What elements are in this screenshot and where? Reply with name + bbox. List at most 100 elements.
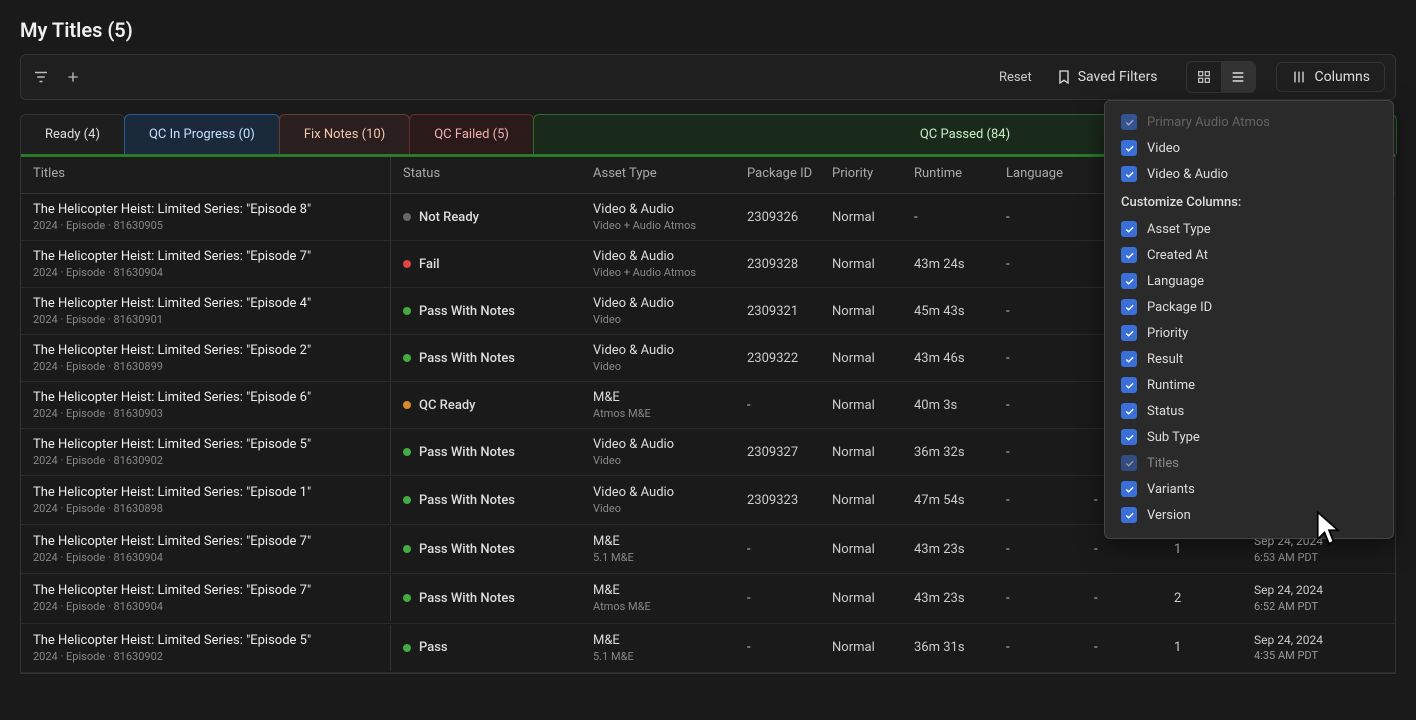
columns-button[interactable]: Columns bbox=[1276, 62, 1385, 92]
columns-panel-item-label: Result bbox=[1147, 352, 1183, 367]
package-id: 2309322 bbox=[741, 343, 826, 374]
columns-panel-item[interactable]: Priority bbox=[1105, 320, 1393, 346]
package-id: - bbox=[741, 534, 826, 565]
priority: Normal bbox=[826, 249, 908, 280]
asset-subtype: 5.1 M&E bbox=[593, 650, 729, 663]
package-id: 2309326 bbox=[741, 202, 826, 233]
columns-panel-item[interactable]: Primary Audio Atmos bbox=[1105, 109, 1393, 135]
status-dot-icon bbox=[403, 307, 411, 315]
columns-panel-item[interactable]: Video & Audio bbox=[1105, 161, 1393, 187]
col-header-package-id[interactable]: Package ID bbox=[741, 154, 826, 193]
status-dot-icon bbox=[403, 213, 411, 221]
filter-icon[interactable] bbox=[31, 67, 51, 87]
col-header-asset-type[interactable]: Asset Type bbox=[581, 154, 741, 193]
checkbox-checked-icon bbox=[1121, 429, 1137, 445]
page-header: My Titles (5) bbox=[0, 0, 1416, 54]
col-header-titles[interactable]: Titles bbox=[21, 154, 391, 193]
runtime: 47m 54s bbox=[908, 485, 1000, 516]
package-id: - bbox=[741, 632, 826, 663]
runtime: 43m 46s bbox=[908, 343, 1000, 374]
checkbox-checked-icon bbox=[1121, 507, 1137, 523]
list-view-button[interactable] bbox=[1221, 62, 1255, 92]
columns-panel-item-label: Status bbox=[1147, 404, 1184, 419]
priority: Normal bbox=[826, 632, 908, 663]
language: - bbox=[1000, 296, 1088, 327]
columns-panel-item[interactable]: Status bbox=[1105, 398, 1393, 424]
status-dot-icon bbox=[403, 260, 411, 268]
asset-subtype: Video bbox=[593, 502, 729, 515]
runtime: 43m 24s bbox=[908, 249, 1000, 280]
columns-panel-item[interactable]: Package ID bbox=[1105, 294, 1393, 320]
row-subtitle: 2024 · Episode · 81630901 bbox=[33, 313, 378, 326]
columns-panel-item-label: Titles bbox=[1147, 456, 1179, 471]
columns-panel-item-label: Priority bbox=[1147, 326, 1188, 341]
tab-qc-failed[interactable]: QC Failed (5) bbox=[409, 114, 534, 154]
runtime: 45m 43s bbox=[908, 296, 1000, 327]
saved-filters-label: Saved Filters bbox=[1078, 69, 1158, 85]
runtime: 43m 23s bbox=[908, 583, 1000, 614]
row-subtitle: 2024 · Episode · 81630904 bbox=[33, 551, 378, 564]
asset-type: Video & Audio bbox=[593, 343, 729, 358]
columns-panel-item-label: Runtime bbox=[1147, 378, 1195, 393]
language: - bbox=[1000, 202, 1088, 233]
columns-panel-item[interactable]: Version bbox=[1105, 502, 1393, 528]
checkbox-checked-icon bbox=[1121, 403, 1137, 419]
col-header-status[interactable]: Status bbox=[391, 154, 581, 193]
columns-panel-item[interactable]: Created At bbox=[1105, 242, 1393, 268]
tab-ready[interactable]: Ready (4) bbox=[20, 114, 125, 154]
columns-panel-item[interactable]: Sub Type bbox=[1105, 424, 1393, 450]
asset-type: Video & Audio bbox=[593, 296, 729, 311]
language: - bbox=[1000, 390, 1088, 421]
grid-view-button[interactable] bbox=[1187, 62, 1221, 92]
columns-panel-item[interactable]: Video bbox=[1105, 135, 1393, 161]
row-subtitle: 2024 · Episode · 81630905 bbox=[33, 219, 378, 232]
add-filter-icon[interactable] bbox=[63, 67, 83, 87]
columns-label: Columns bbox=[1315, 69, 1370, 85]
col-header-priority[interactable]: Priority bbox=[826, 154, 908, 193]
checkbox-checked-icon bbox=[1121, 377, 1137, 393]
package-id: 2309327 bbox=[741, 437, 826, 468]
status-label: Fail bbox=[419, 257, 440, 272]
columns-panel-item: Titles bbox=[1105, 450, 1393, 476]
tab-fix-notes[interactable]: Fix Notes (10) bbox=[279, 114, 410, 154]
runtime: 36m 31s bbox=[908, 632, 1000, 663]
package-id: 2309328 bbox=[741, 249, 826, 280]
date-col: Sep 24, 20244:35 AM PDT bbox=[1248, 624, 1368, 672]
asset-type: Video & Audio bbox=[593, 249, 729, 264]
columns-panel-item[interactable]: Variants bbox=[1105, 476, 1393, 502]
row-title: The Helicopter Heist: Limited Series: "E… bbox=[33, 534, 378, 549]
columns-panel-item[interactable]: Runtime bbox=[1105, 372, 1393, 398]
table-row[interactable]: The Helicopter Heist: Limited Series: "E… bbox=[21, 624, 1395, 673]
status-label: Pass With Notes bbox=[419, 304, 515, 319]
extra-col: - bbox=[1088, 632, 1168, 663]
status-label: Pass With Notes bbox=[419, 351, 515, 366]
extra-col: 2 bbox=[1168, 583, 1248, 614]
asset-type: M&E bbox=[593, 390, 729, 405]
saved-filters-button[interactable]: Saved Filters bbox=[1048, 65, 1166, 89]
reset-button[interactable]: Reset bbox=[999, 70, 1032, 85]
table-row[interactable]: The Helicopter Heist: Limited Series: "E… bbox=[21, 574, 1395, 623]
col-header-runtime[interactable]: Runtime bbox=[908, 154, 1000, 193]
status-label: Not Ready bbox=[419, 210, 479, 225]
language: - bbox=[1000, 437, 1088, 468]
row-subtitle: 2024 · Episode · 81630903 bbox=[33, 407, 378, 420]
priority: Normal bbox=[826, 437, 908, 468]
columns-panel-item[interactable]: Asset Type bbox=[1105, 216, 1393, 242]
language: - bbox=[1000, 343, 1088, 374]
asset-subtype: Video bbox=[593, 313, 729, 326]
checkbox-checked-icon bbox=[1121, 221, 1137, 237]
columns-panel-item[interactable]: Result bbox=[1105, 346, 1393, 372]
tab-qc-in-progress[interactable]: QC In Progress (0) bbox=[124, 114, 280, 154]
row-title: The Helicopter Heist: Limited Series: "E… bbox=[33, 485, 378, 500]
status-label: QC Ready bbox=[419, 398, 476, 413]
checkbox-checked-icon bbox=[1121, 325, 1137, 341]
checkbox-checked-icon bbox=[1121, 455, 1137, 471]
checkbox-checked-icon bbox=[1121, 247, 1137, 263]
col-header-language[interactable]: Language bbox=[1000, 154, 1088, 193]
asset-type: Video & Audio bbox=[593, 202, 729, 217]
checkbox-checked-icon bbox=[1121, 273, 1137, 289]
columns-panel-item[interactable]: Language bbox=[1105, 268, 1393, 294]
priority: Normal bbox=[826, 534, 908, 565]
asset-type: Video & Audio bbox=[593, 437, 729, 452]
row-title: The Helicopter Heist: Limited Series: "E… bbox=[33, 202, 378, 217]
